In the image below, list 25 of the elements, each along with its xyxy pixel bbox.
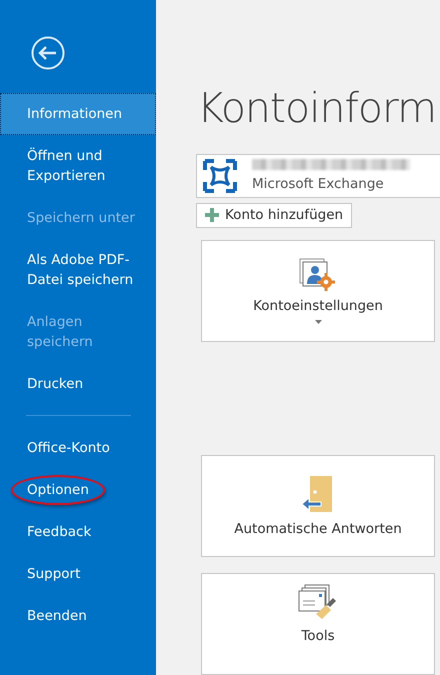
menu-item[interactable]: Feedback: [0, 511, 156, 553]
menu-item[interactable]: Support: [0, 553, 156, 595]
menu-item[interactable]: Beenden: [0, 595, 156, 637]
menu-item[interactable]: Öffnen und Exportieren: [0, 135, 156, 197]
mail-brush-icon: [298, 584, 338, 622]
action-card[interactable]: Tools: [201, 573, 435, 675]
menu-item[interactable]: Office-Konto: [0, 427, 156, 469]
menu-item[interactable]: Informationen: [0, 93, 156, 135]
plus-icon: [205, 208, 219, 222]
action-card[interactable]: Kontoeinstellungen: [201, 240, 435, 342]
door-arrow-icon: [301, 475, 335, 515]
page-title: Kontoinform: [197, 83, 438, 134]
card-label: Kontoeinstellungen: [253, 298, 383, 314]
menu-item[interactable]: Als Adobe PDF-Datei speichern: [0, 239, 156, 301]
exchange-logo-icon: [202, 158, 238, 194]
card-label: Automatische Antworten: [234, 521, 402, 537]
account-type: Microsoft Exchange: [252, 176, 385, 192]
account-settings-icon: [299, 258, 337, 292]
menu-item[interactable]: Drucken: [0, 363, 156, 405]
account-panel[interactable]: Microsoft Exchange: [196, 154, 440, 198]
action-card[interactable]: Automatische Antworten: [201, 455, 435, 557]
back-icon[interactable]: [31, 36, 65, 70]
card-label: Tools: [301, 628, 335, 644]
menu-item[interactable]: Optionen: [0, 469, 156, 511]
add-account-button[interactable]: Konto hinzufügen: [196, 202, 352, 228]
